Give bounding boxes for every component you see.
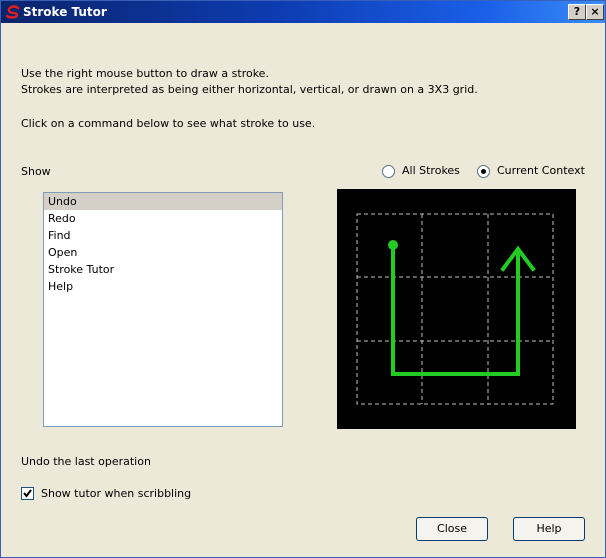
instruction-line-3: Click on a command below to see what str… [21, 117, 316, 130]
radio-button[interactable] [477, 165, 490, 178]
stroke-preview-canvas [337, 189, 576, 429]
list-item-find[interactable]: Find [44, 227, 282, 244]
help-icon[interactable]: ? [568, 4, 586, 20]
help-button[interactable]: Help [513, 517, 585, 541]
radio-button[interactable] [382, 165, 395, 178]
list-item-stroke-tutor[interactable]: Stroke Tutor [44, 261, 282, 278]
stroke-tutor-window: Stroke Tutor ? × Use the right mouse but… [0, 0, 606, 558]
radio-selected-dot [481, 169, 486, 174]
title-bar[interactable]: Stroke Tutor ? × [1, 1, 605, 23]
status-text: Undo the last operation [21, 455, 151, 468]
list-item-redo[interactable]: Redo [44, 210, 282, 227]
list-item-help[interactable]: Help [44, 278, 282, 295]
stroke-start-dot [388, 240, 398, 250]
stroke-tutor-icon [5, 5, 20, 19]
command-listbox[interactable]: Undo Redo Find Open Stroke Tutor Help [43, 192, 283, 427]
list-item-undo[interactable]: Undo [44, 193, 282, 210]
stroke-path [391, 244, 536, 376]
window-title: Stroke Tutor [23, 5, 107, 19]
close-icon[interactable]: × [586, 4, 604, 20]
close-button[interactable]: Close [416, 517, 488, 541]
instruction-line-2: Strokes are interpreted as being either … [21, 83, 478, 96]
radio-current-context-label: Current Context [497, 164, 585, 177]
list-item-open[interactable]: Open [44, 244, 282, 261]
show-label: Show [21, 165, 51, 178]
stroke-preview-svg [356, 213, 554, 405]
checkmark-icon [23, 489, 32, 498]
tutor-checkbox-label: Show tutor when scribbling [41, 487, 192, 500]
tutor-checkbox[interactable] [21, 487, 34, 500]
instruction-line-1: Use the right mouse button to draw a str… [21, 67, 269, 80]
radio-all-strokes-label: All Strokes [402, 164, 460, 177]
